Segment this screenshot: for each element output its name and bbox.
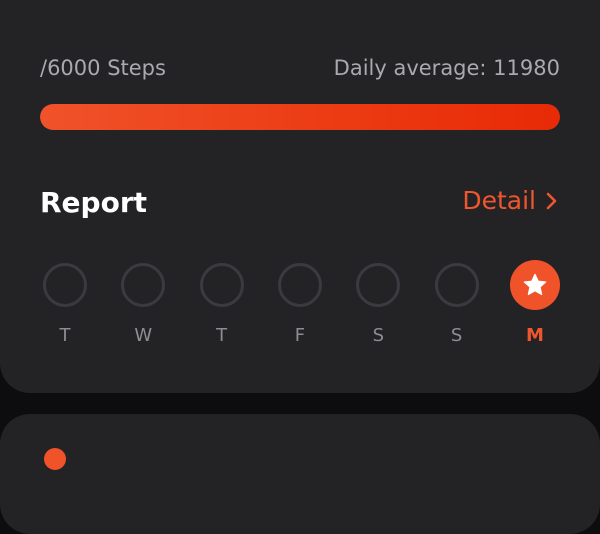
steps-progress-fill — [40, 104, 560, 130]
day-label: M — [526, 325, 544, 346]
week-day-row: TWTFSSM — [40, 260, 560, 347]
day-item[interactable]: W — [118, 263, 168, 347]
day-label: W — [134, 325, 153, 346]
day-achieved-badge — [509, 260, 560, 310]
day-item[interactable]: S — [432, 263, 482, 347]
star-icon — [523, 273, 547, 296]
steps-progress-bar — [40, 104, 560, 130]
day-item[interactable]: T — [197, 263, 247, 347]
day-progress-ring — [199, 263, 244, 307]
day-item[interactable]: S — [353, 263, 403, 347]
day-label: F — [294, 325, 306, 346]
day-item[interactable]: T — [40, 263, 90, 347]
day-progress-ring — [356, 263, 401, 307]
day-progress-ring — [43, 263, 87, 307]
day-label: S — [450, 325, 463, 346]
secondary-card-icon — [44, 448, 66, 470]
day-progress-ring — [121, 263, 166, 307]
steps-goal: /6000 Steps — [40, 56, 166, 80]
detail-label: Detail — [462, 186, 536, 215]
chevron-right-icon — [546, 192, 557, 209]
day-label: T — [59, 325, 71, 346]
day-progress-ring — [277, 263, 322, 307]
detail-link[interactable]: Detail — [462, 186, 560, 215]
secondary-card — [0, 414, 600, 534]
day-progress-ring — [434, 263, 479, 307]
day-item[interactable]: M — [509, 260, 560, 347]
daily-average: Daily average: 11980 — [333, 56, 560, 80]
day-label: T — [216, 325, 228, 346]
day-item[interactable]: F — [275, 263, 325, 347]
report-title: Report — [40, 186, 148, 219]
day-label: S — [372, 325, 385, 346]
